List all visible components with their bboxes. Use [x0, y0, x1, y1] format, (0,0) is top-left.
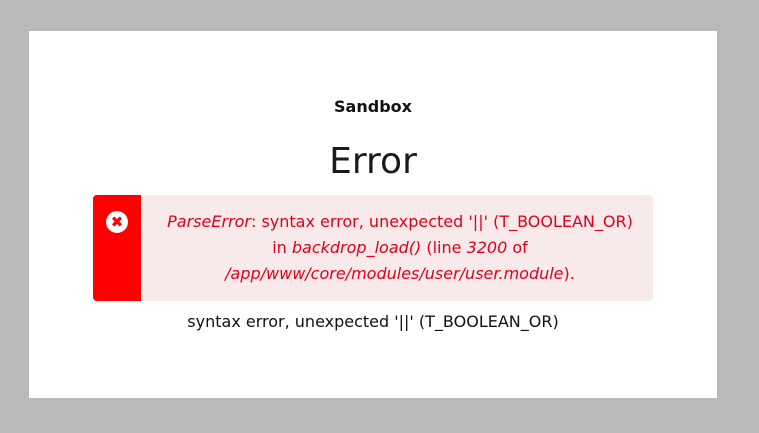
page-title: Error — [329, 141, 417, 182]
error-text-part: of — [507, 238, 528, 257]
error-x-circle-icon: ✖ — [106, 211, 128, 233]
error-function: backdrop_load() — [291, 238, 422, 257]
error-message-text: ParseError: syntax error, unexpected '||… — [165, 209, 635, 287]
page-container: Sandbox Error ✖ ParseError: syntax error… — [29, 31, 717, 398]
error-text-part: ). — [563, 264, 575, 283]
error-text-part: (line — [421, 238, 467, 257]
site-name[interactable]: Sandbox — [29, 97, 717, 116]
error-line-number: 3200 — [466, 238, 508, 257]
error-message-box: ✖ ParseError: syntax error, unexpected '… — [93, 195, 653, 301]
error-exception-type: ParseError — [167, 212, 251, 231]
error-indicator-bar: ✖ — [93, 195, 141, 301]
error-summary: syntax error, unexpected '||' (T_BOOLEAN… — [187, 312, 559, 331]
error-file-path: /app/www/core/modules/user/user.module — [225, 264, 564, 283]
